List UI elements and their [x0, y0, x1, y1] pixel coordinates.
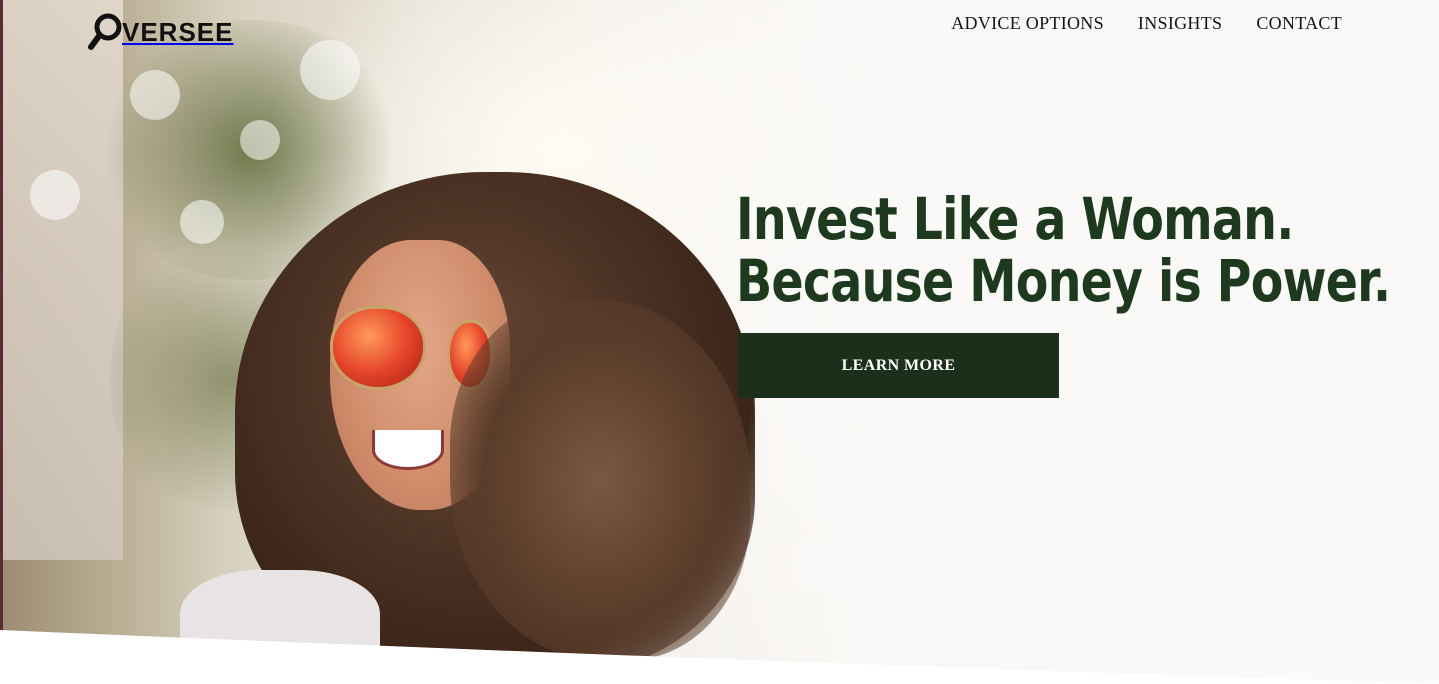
learn-more-button[interactable]: LEARN MORE [738, 333, 1059, 398]
site-logo[interactable]: VERSEE [88, 12, 234, 52]
logo-text: VERSEE [122, 17, 234, 47]
hero-headline-line-2: Because Money is Power. [736, 247, 1391, 315]
magnifier-o-icon [88, 13, 122, 50]
nav-item-advice-options[interactable]: ADVICE OPTIONS [951, 13, 1104, 34]
nav-item-contact[interactable]: CONTACT [1256, 13, 1342, 34]
main-nav: ADVICE OPTIONS INSIGHTS CONTACT [951, 13, 1342, 34]
hero-bottom-curve [0, 630, 1439, 684]
hero-section [0, 0, 1439, 684]
nav-item-insights[interactable]: INSIGHTS [1138, 13, 1222, 34]
hero-headline: Invest Like a Woman. Because Money is Po… [736, 185, 1391, 315]
hero-headline-line-1: Invest Like a Woman. [736, 185, 1294, 253]
